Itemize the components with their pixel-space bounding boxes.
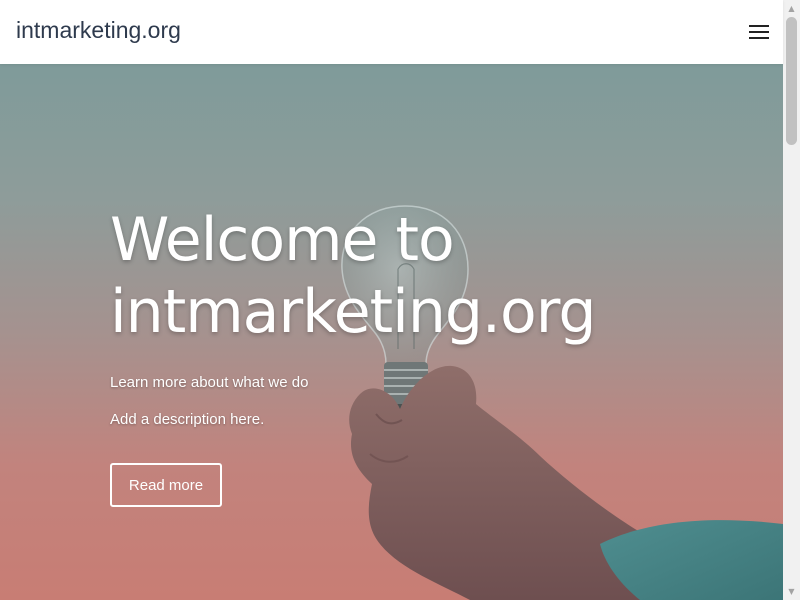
hero-title-line2: intmarketing.org	[110, 277, 596, 347]
hero-title: Welcome to intmarketing.org	[110, 204, 730, 348]
hero-description: Add a description here.	[110, 411, 265, 428]
read-more-button[interactable]: Read more	[110, 463, 222, 507]
site-title-link[interactable]: intmarketing.org	[16, 17, 181, 44]
scroll-up-arrow-icon[interactable]: ▲	[783, 0, 800, 17]
hero-section: Welcome to intmarketing.org Learn more a…	[0, 64, 783, 600]
vertical-scrollbar[interactable]: ▲ ▼	[783, 0, 800, 600]
hero-content: Welcome to intmarketing.org Learn more a…	[110, 204, 730, 507]
hamburger-menu-icon[interactable]	[746, 21, 772, 43]
scroll-down-arrow-icon[interactable]: ▼	[783, 583, 800, 600]
hero-title-line1: Welcome to	[110, 205, 455, 275]
scrollbar-thumb[interactable]	[786, 17, 797, 145]
site-header: intmarketing.org	[0, 0, 783, 64]
hero-subtitle: Learn more about what we do	[110, 374, 309, 391]
